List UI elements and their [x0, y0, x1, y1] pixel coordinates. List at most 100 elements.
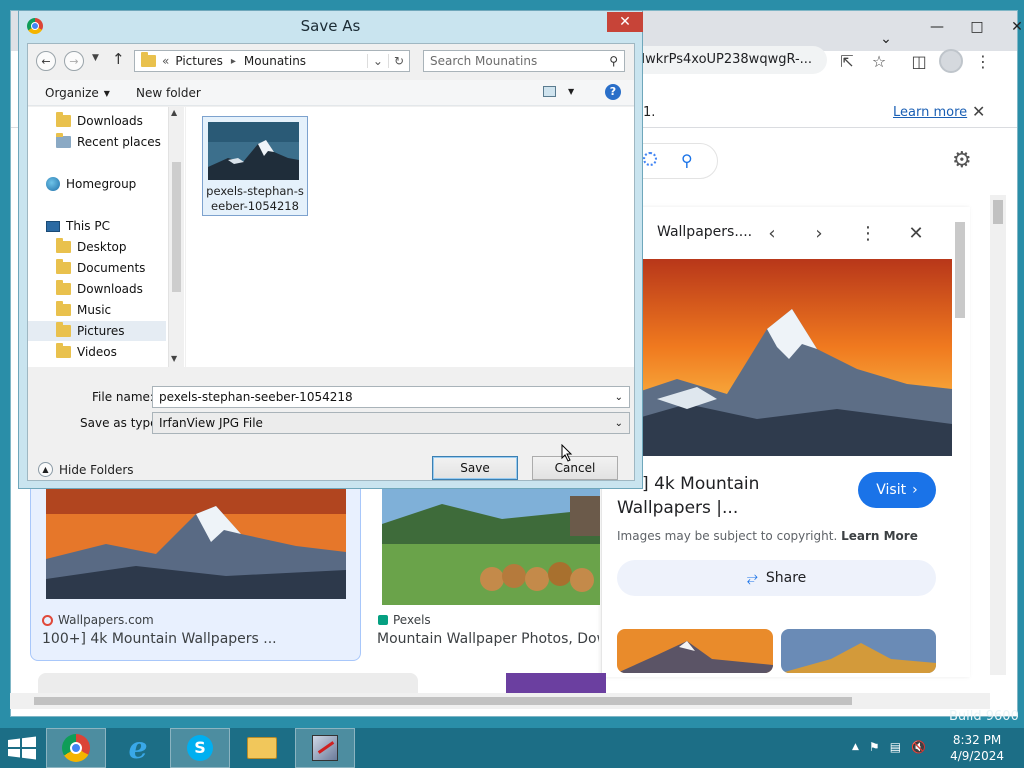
tree-item-recent-places[interactable]: Recent places [56, 132, 161, 152]
close-panel-icon[interactable]: ✕ [903, 220, 929, 246]
share-button[interactable]: ⥂ Share [617, 560, 936, 596]
more-options-icon[interactable]: ⋮ [855, 220, 881, 246]
folder-icon [56, 343, 71, 358]
settings-gear-icon[interactable]: ⚙ [952, 148, 972, 173]
view-options-icon[interactable] [543, 86, 556, 97]
infobar-close-icon[interactable]: ✕ [972, 102, 985, 121]
help-icon[interactable]: ? [605, 84, 621, 100]
tree-item-documents[interactable]: Documents [56, 258, 145, 278]
view-chevron-icon[interactable]: ▼ [568, 87, 574, 96]
chevron-down-icon[interactable]: ⌄ [615, 392, 623, 403]
taskbar-file-explorer[interactable] [232, 728, 292, 768]
result-title[interactable]: 0+] 4k Mountain Wallpapers |... [617, 472, 837, 520]
refresh-icon[interactable]: ↻ [387, 54, 409, 68]
visit-button[interactable]: Visit › [858, 472, 936, 508]
hide-folders-toggle[interactable]: ▲ Hide Folders [38, 462, 134, 477]
share-page-icon[interactable]: ⇱ [834, 48, 860, 74]
side-panel-icon[interactable]: ◫ [906, 48, 932, 74]
scroll-thumb[interactable] [172, 162, 181, 292]
up-arrow-icon[interactable]: ↑ [112, 50, 125, 68]
command-bar: Organize ▼ New folder ▼ ? [28, 80, 634, 106]
tree-item-downloads[interactable]: Downloads [56, 279, 143, 299]
recent-places-icon [56, 133, 71, 148]
chrome-icon [62, 734, 90, 762]
taskbar-skype[interactable]: S [170, 728, 230, 768]
new-folder-button[interactable]: New folder [136, 86, 201, 100]
windows-start-icon[interactable] [6, 736, 38, 760]
mountain-preview-image[interactable] [617, 259, 952, 456]
minimize-icon[interactable]: — [917, 15, 957, 39]
volume-muted-icon[interactable]: 🔇 [911, 740, 926, 754]
copyright-learn-more-link[interactable]: Learn More [841, 529, 918, 543]
taskbar-chrome[interactable] [46, 728, 106, 768]
profile-icon[interactable] [938, 48, 964, 74]
page-horizontal-scrollbar[interactable] [10, 693, 990, 709]
scroll-thumb[interactable] [34, 697, 852, 705]
search-placeholder: Search Mounatins [430, 54, 538, 68]
file-thumbnail [208, 122, 299, 180]
infobar-learn-more-link[interactable]: Learn more [893, 105, 967, 120]
tree-item-videos[interactable]: Videos [56, 342, 117, 362]
navigation-pane-scrollbar[interactable]: ▲ ▼ [168, 107, 184, 367]
save-button[interactable]: Save [432, 456, 518, 480]
file-item[interactable]: pexels-stephan-s eeber-1054218 [202, 116, 308, 216]
infobar-text: 1. [643, 105, 656, 120]
system-tray: ▲ ⚑ ▤ 🔇 [852, 740, 926, 754]
network-icon[interactable]: ▤ [890, 740, 901, 754]
recent-locations-chevron-icon[interactable]: ▼ [92, 53, 99, 63]
tree-item-homegroup[interactable]: Homegroup [46, 174, 136, 194]
address-bar[interactable]: AMwkrPs4xoUP238wqwgR-... [615, 46, 827, 74]
dialog-close-icon[interactable]: ✕ [607, 12, 643, 32]
bookmark-star-icon[interactable]: ☆ [866, 48, 892, 74]
breadcrumb-mounatins[interactable]: Mounatins [244, 54, 306, 68]
tree-item-downloads-fav[interactable]: Downloads [56, 111, 143, 131]
breadcrumb-pictures[interactable]: Pictures [175, 54, 223, 68]
action-center-flag-icon[interactable]: ⚑ [869, 740, 880, 754]
next-result-icon[interactable]: › [806, 220, 832, 246]
browser-menu-icon[interactable]: ⋮ [970, 48, 996, 74]
side-panel-scroll-thumb[interactable] [955, 222, 965, 318]
organize-menu[interactable]: Organize ▼ [45, 86, 110, 100]
search-icon[interactable]: ⚲ [681, 151, 693, 170]
tree-item-pictures[interactable]: Pictures [28, 321, 166, 341]
tray-clock[interactable]: 8:32 PM 4/9/2024 [950, 732, 1004, 764]
result-caption[interactable]: Mountain Wallpaper Photos, Downl [377, 631, 599, 647]
next-row-image[interactable] [506, 673, 606, 693]
folder-search-input[interactable]: Search Mounatins ⚲ [423, 50, 625, 72]
tray-overflow-chevron-icon[interactable]: ▲ [852, 742, 859, 754]
tree-item-this-pc[interactable]: This PC [46, 216, 110, 236]
avatar [939, 49, 963, 73]
result-card-image[interactable] [46, 484, 346, 599]
result-caption[interactable]: 100+] 4k Mountain Wallpapers ... [42, 631, 352, 647]
address-dropdown-icon[interactable]: ⌄ [366, 54, 388, 68]
chevron-down-icon[interactable]: ⌄ [615, 418, 623, 429]
related-image-thumb[interactable] [617, 629, 773, 673]
result-card-image[interactable] [382, 484, 600, 605]
pexels-favicon-icon [378, 615, 388, 625]
close-icon[interactable]: ✕ [997, 15, 1024, 39]
back-arrow-icon[interactable]: ← [36, 51, 56, 71]
next-row-card[interactable] [38, 673, 418, 693]
cancel-button[interactable]: Cancel [532, 456, 618, 480]
result-source: Pexels [378, 613, 431, 627]
maximize-icon[interactable]: □ [957, 15, 997, 39]
location-bar[interactable]: « Pictures ▸ Mounatins ⌄ ↻ [134, 50, 410, 72]
breadcrumb-overflow[interactable]: « [162, 54, 169, 68]
related-image-thumb[interactable] [781, 629, 936, 673]
scroll-up-icon[interactable]: ▲ [171, 108, 177, 117]
forward-arrow-icon[interactable]: → [64, 51, 84, 71]
scroll-thumb[interactable] [993, 200, 1003, 224]
scroll-down-icon[interactable]: ▼ [171, 354, 177, 363]
prev-result-icon[interactable]: ‹ [759, 220, 785, 246]
search-icon: ⚲ [609, 54, 618, 68]
tree-item-desktop[interactable]: Desktop [56, 237, 127, 257]
save-as-type-label: Save as type: [80, 416, 162, 430]
tree-item-music[interactable]: Music [56, 300, 111, 320]
page-vertical-scrollbar[interactable] [990, 195, 1006, 675]
taskbar-internet-explorer[interactable]: e [108, 728, 168, 768]
taskbar-irfanview[interactable] [295, 728, 355, 768]
lens-icon[interactable] [643, 152, 657, 166]
breadcrumb-separator-icon[interactable]: ▸ [231, 56, 236, 67]
save-as-type-select[interactable]: IrfanView JPG File ⌄ [152, 412, 630, 434]
file-name-input[interactable]: pexels-stephan-seeber-1054218 ⌄ [152, 386, 630, 408]
